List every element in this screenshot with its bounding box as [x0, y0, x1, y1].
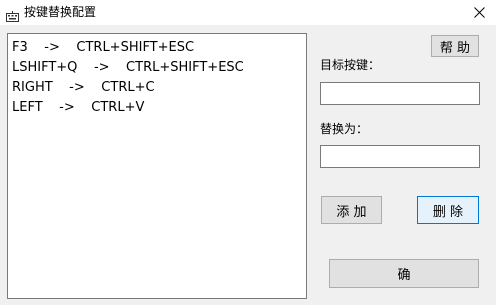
- keyboard-icon: [6, 7, 19, 22]
- close-icon: [473, 7, 485, 18]
- list-item[interactable]: LEFT -> CTRL+V: [12, 98, 306, 118]
- window-title: 按键替换配置: [24, 5, 97, 19]
- target-key-input[interactable]: [320, 82, 480, 105]
- list-item[interactable]: RIGHT -> CTRL+C: [12, 78, 306, 98]
- replace-input[interactable]: [320, 145, 480, 168]
- add-button[interactable]: 添 加: [321, 196, 382, 224]
- confirm-button[interactable]: 确: [329, 259, 479, 288]
- target-key-label: 目标按键：: [320, 58, 381, 72]
- key-remap-window: 按键替换配置 F3 -> CTRL+SHIFT+ESC LSHIFT+Q -> …: [0, 0, 496, 305]
- mapping-list[interactable]: F3 -> CTRL+SHIFT+ESC LSHIFT+Q -> CTRL+SH…: [7, 33, 307, 299]
- replace-label: 替换为：: [320, 122, 369, 136]
- list-item[interactable]: LSHIFT+Q -> CTRL+SHIFT+ESC: [12, 58, 306, 78]
- help-button[interactable]: 帮 助: [431, 35, 479, 57]
- delete-button[interactable]: 删 除: [417, 196, 479, 224]
- list-item[interactable]: F3 -> CTRL+SHIFT+ESC: [12, 38, 306, 58]
- close-button[interactable]: [462, 0, 496, 25]
- title-bar: 按键替换配置: [0, 0, 496, 25]
